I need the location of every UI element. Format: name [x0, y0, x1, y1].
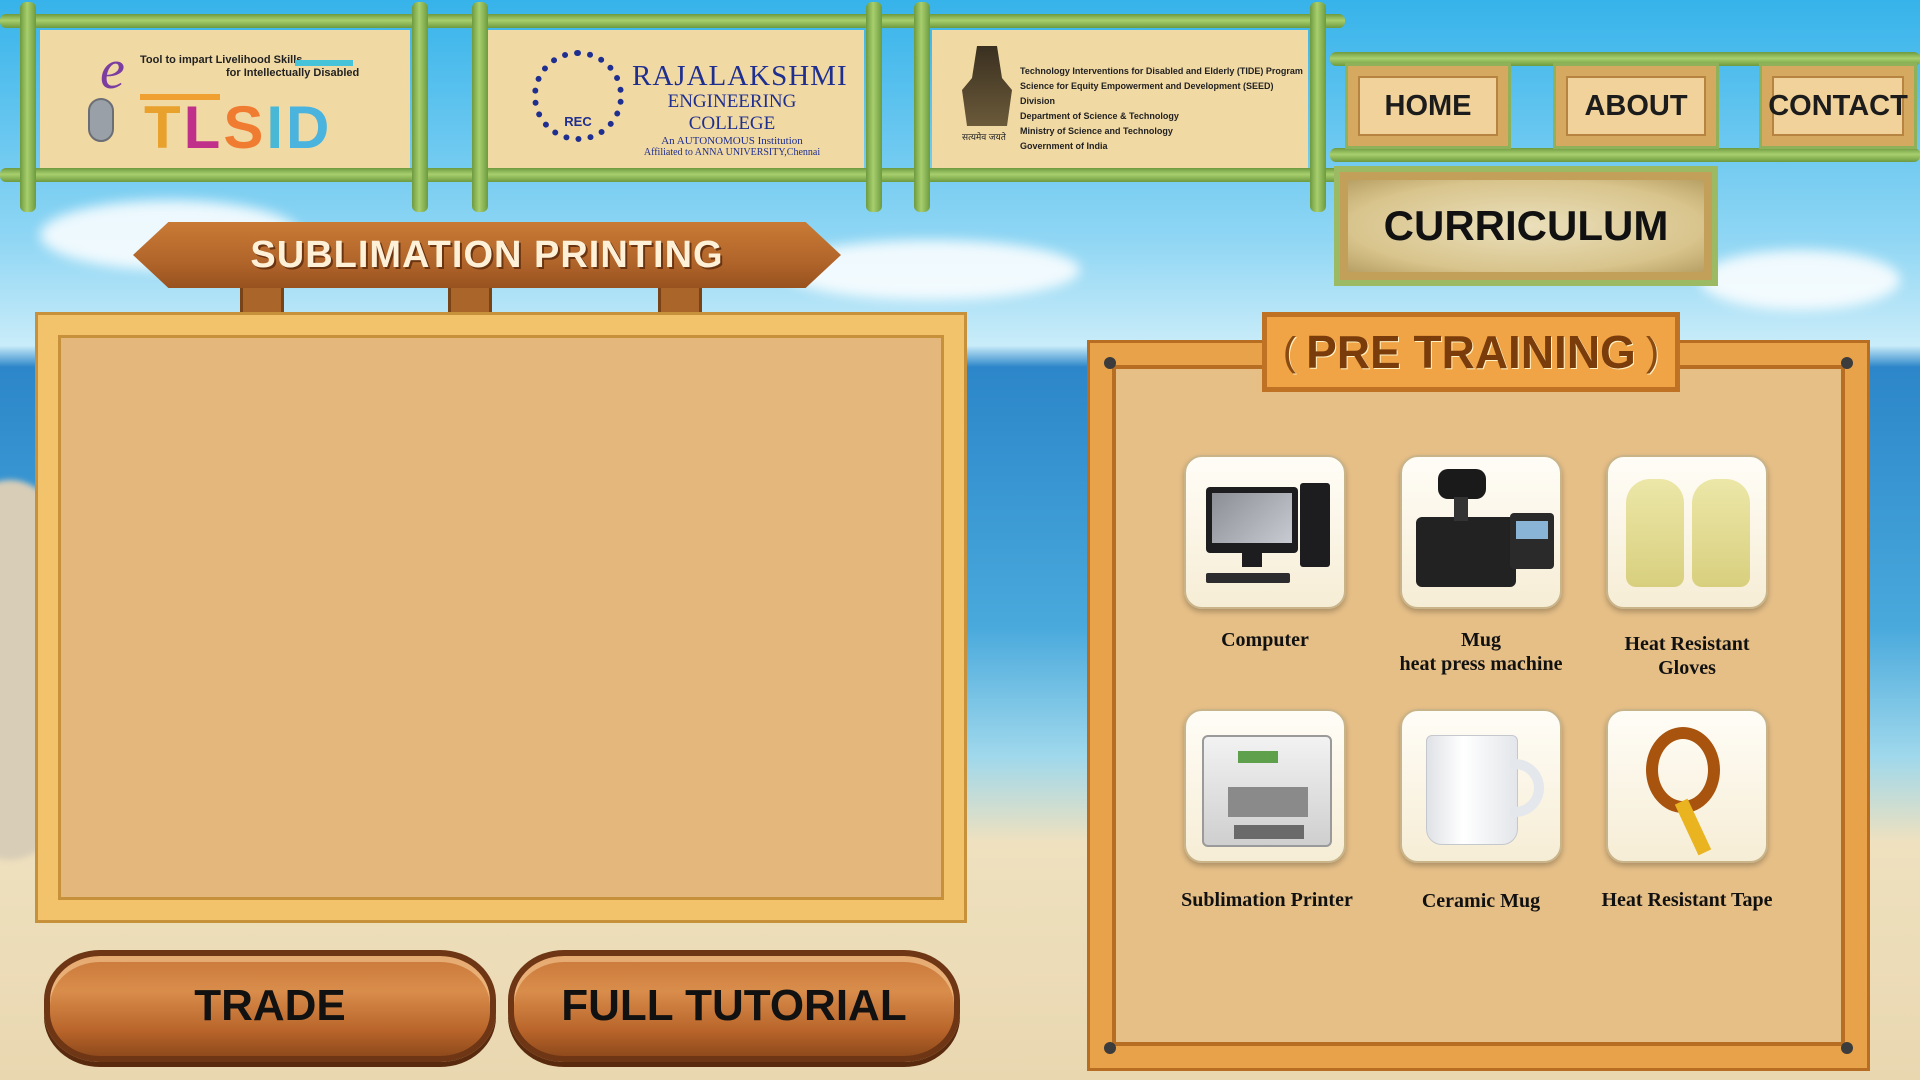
rivet	[1104, 1042, 1116, 1054]
heat-press-label: Mug heat press machine	[1399, 629, 1563, 675]
curriculum-button[interactable]: CURRICULUM	[1340, 172, 1712, 280]
home-button[interactable]: HOME	[1348, 66, 1508, 146]
rivet	[1841, 1042, 1853, 1054]
tlsid-logo: e Tool to impart Livelihood Skills for I…	[40, 30, 410, 168]
tlsid-tagline: Tool to impart Livelihood Skills for Int…	[140, 54, 360, 79]
govt-logo: सत्यमेव जयते Technology Interventions fo…	[932, 30, 1308, 168]
bamboo-rail	[1330, 52, 1920, 66]
ceramic-mug-label: Ceramic Mug	[1421, 890, 1541, 912]
gloves-tile[interactable]	[1606, 455, 1768, 609]
bamboo-pole	[1310, 2, 1326, 212]
heat-press-tile[interactable]	[1400, 455, 1562, 609]
rivet	[1841, 357, 1853, 369]
emblem-caption: सत्यमेव जयते	[962, 132, 1006, 142]
tlsid-underline	[295, 60, 353, 66]
rivet	[1104, 357, 1116, 369]
tlsid-name: TLSID	[144, 94, 333, 161]
mug-icon	[1426, 735, 1518, 845]
bamboo-pole	[914, 2, 930, 212]
pre-training-panel	[1090, 343, 1867, 1068]
full-tutorial-button[interactable]: FULL TUTORIAL	[508, 950, 960, 1062]
heat-press-icon	[1416, 517, 1516, 587]
cloud	[1700, 250, 1900, 310]
contact-button[interactable]: CONTACT	[1762, 66, 1914, 146]
computer-label: Computer	[1221, 629, 1309, 651]
bamboo-rail	[0, 14, 1345, 28]
mouse-icon	[88, 98, 114, 142]
ceramic-mug-tile[interactable]	[1400, 709, 1562, 863]
gloves-icon	[1626, 479, 1684, 587]
about-button[interactable]: ABOUT	[1556, 66, 1716, 146]
bamboo-pole	[866, 2, 882, 212]
trade-button[interactable]: TRADE	[44, 950, 496, 1062]
video-display-board[interactable]	[38, 315, 964, 920]
gloves-label: Heat Resistant Gloves	[1624, 633, 1750, 679]
printer-tile[interactable]	[1184, 709, 1346, 863]
pre-training-title: ( PRE TRAINING )	[1262, 312, 1680, 392]
rec-text: RAJALAKSHMI ENGINEERING COLLEGE An AUTON…	[632, 60, 848, 158]
bamboo-pole	[412, 2, 428, 212]
bamboo-rail	[0, 168, 1345, 182]
printer-icon	[1202, 735, 1332, 847]
national-emblem-icon	[962, 46, 1012, 126]
govt-text: Technology Interventions for Disabled an…	[1020, 66, 1303, 151]
printer-label: Sublimation Printer	[1181, 889, 1353, 911]
tlsid-e-letter: e	[100, 39, 125, 101]
heat-tape-label: Heat Resistant Tape	[1601, 889, 1773, 911]
heat-tape-tile[interactable]	[1606, 709, 1768, 863]
bamboo-rail	[1330, 148, 1920, 162]
computer-tile[interactable]	[1184, 455, 1346, 609]
rec-logo: REC RAJALAKSHMI ENGINEERING COLLEGE An A…	[488, 30, 864, 168]
bamboo-pole	[472, 2, 488, 212]
bamboo-pole	[20, 2, 36, 212]
computer-icon	[1206, 487, 1298, 553]
page-title-sign: SUBLIMATION PRINTING	[133, 222, 841, 288]
rec-emblem-icon: REC	[532, 50, 624, 142]
